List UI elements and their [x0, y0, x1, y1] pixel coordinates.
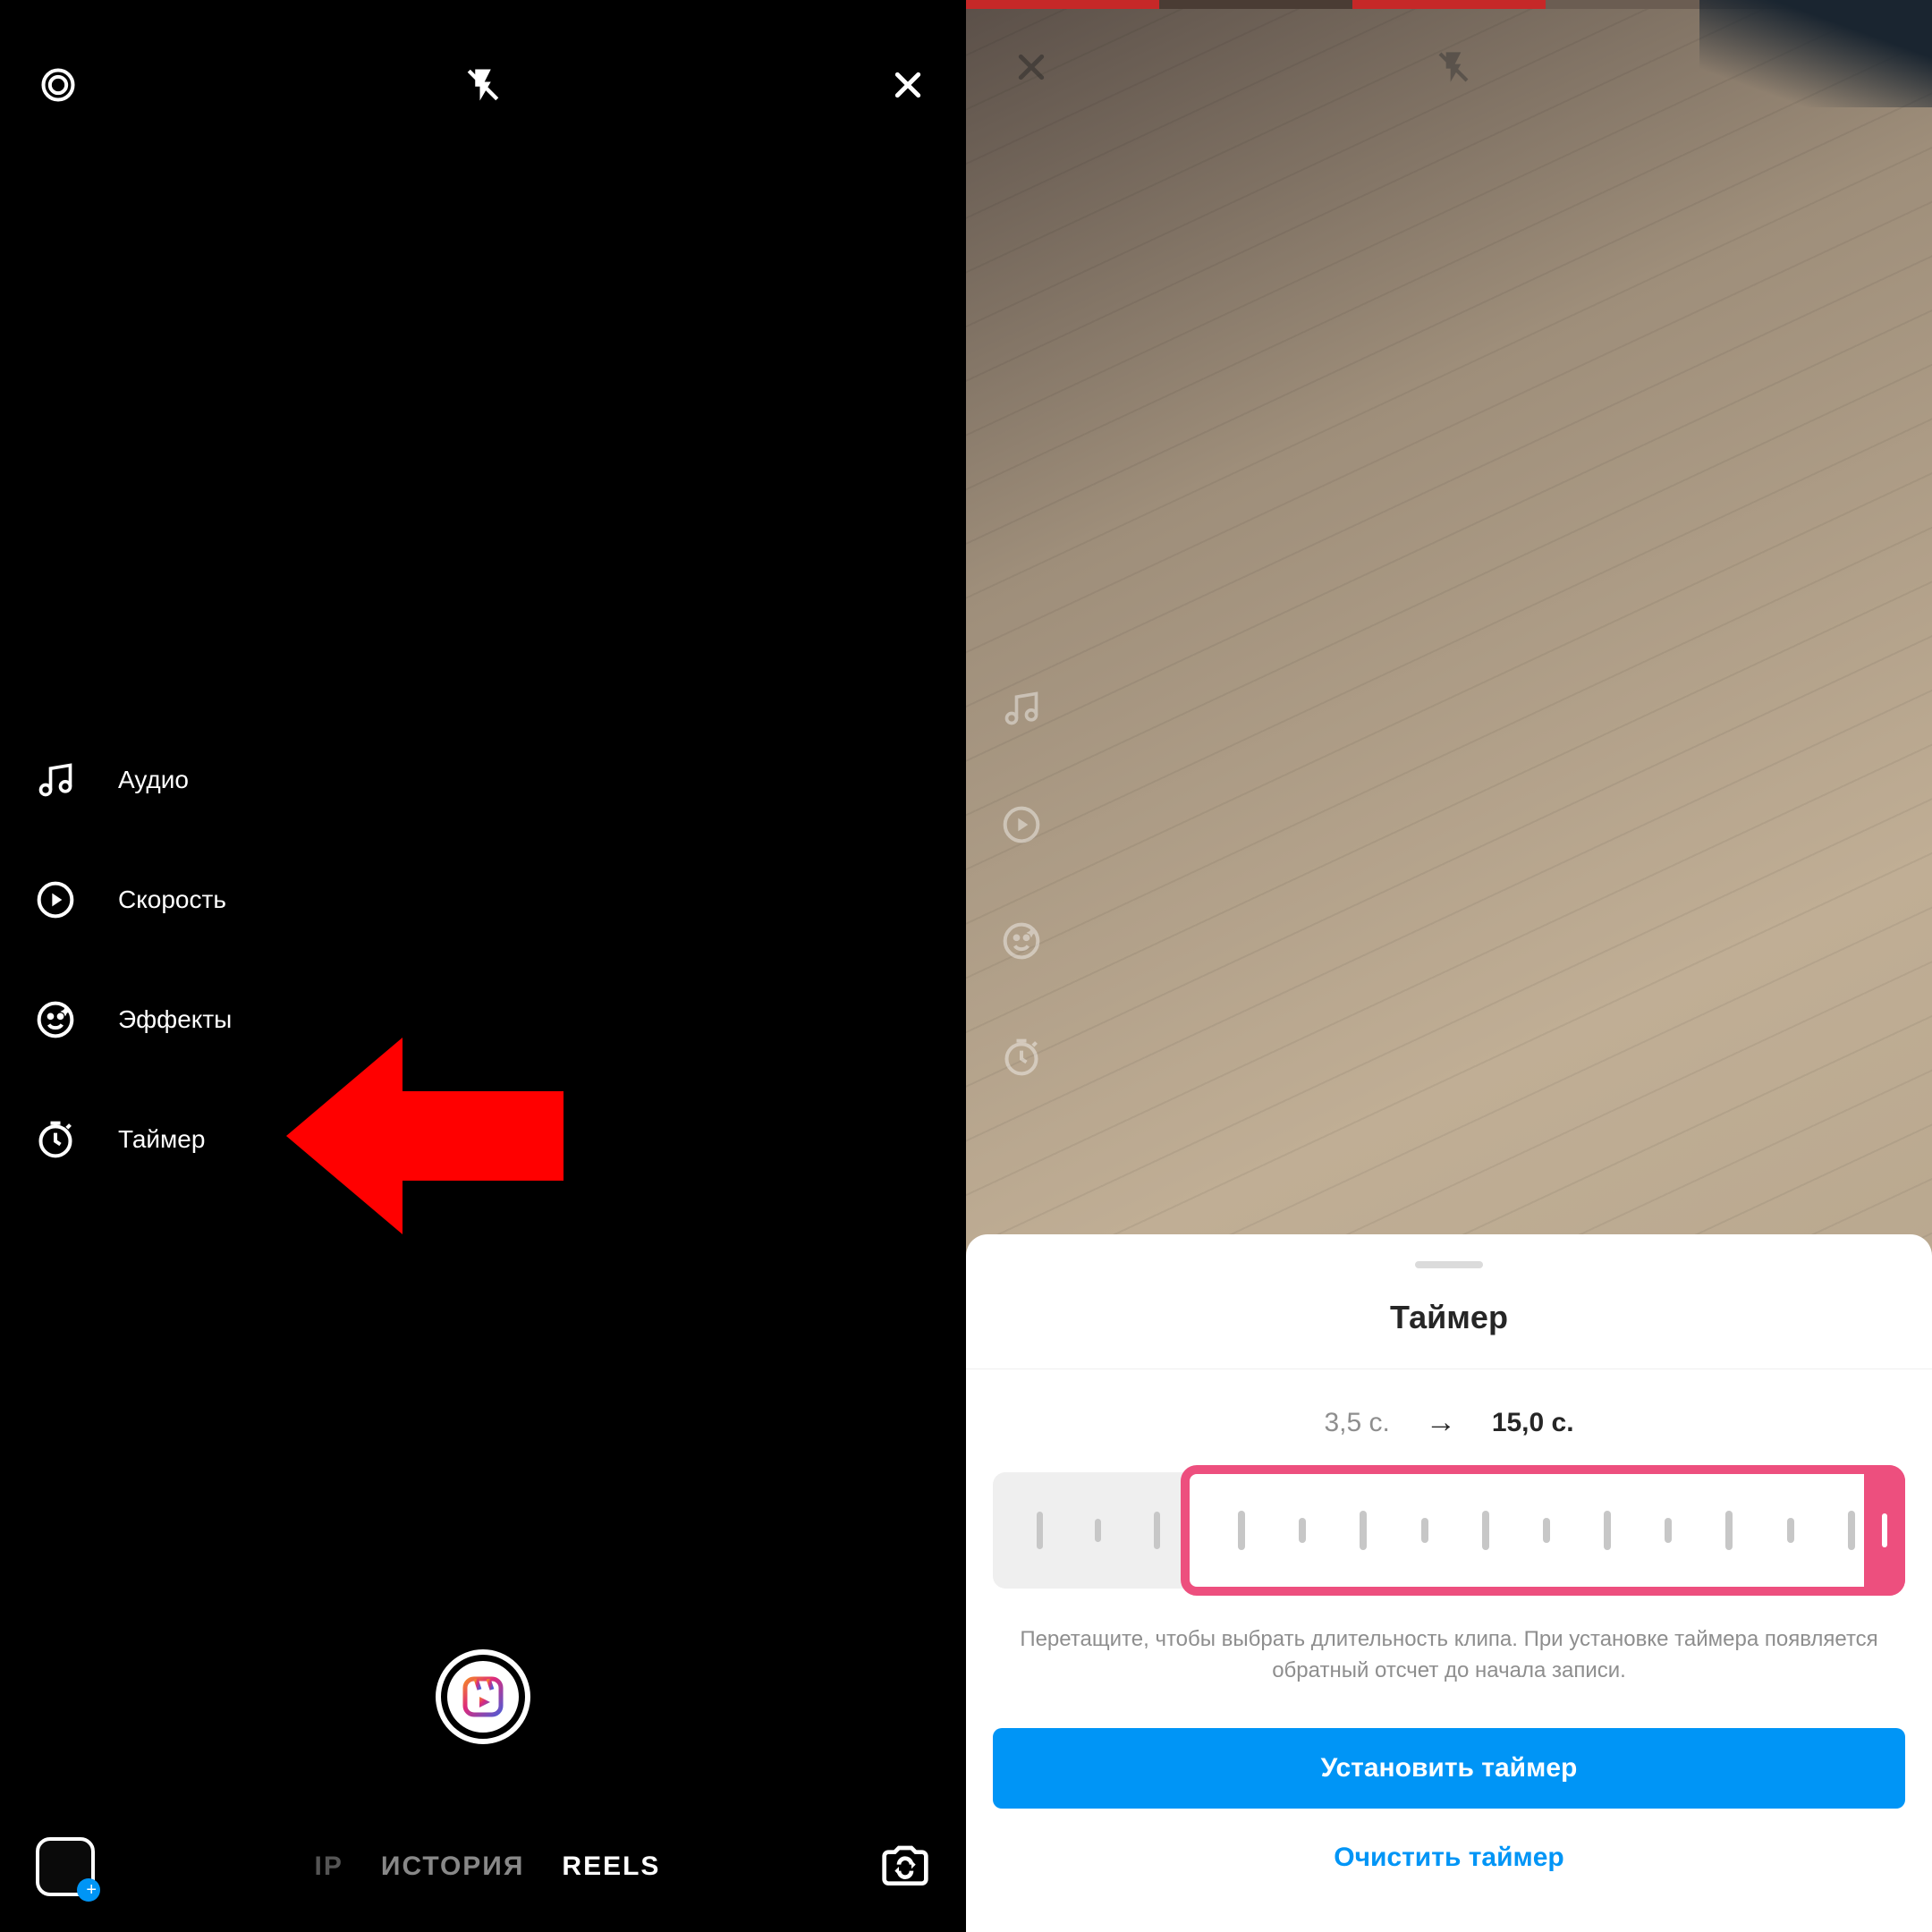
audio-label: Аудио	[118, 766, 189, 794]
flash-off-button[interactable]	[461, 63, 505, 107]
mode-story[interactable]: ИСТОРИЯ	[381, 1852, 525, 1882]
timer-button[interactable]: Таймер	[36, 1120, 232, 1159]
arrow-right-icon: →	[1426, 1405, 1456, 1440]
reels-icon	[462, 1675, 504, 1718]
reels-side-menu: Аудио Скорость Эффекты Таймер	[36, 760, 232, 1159]
shutter-wrap	[436, 1649, 530, 1744]
speed-label: Скорость	[118, 886, 226, 914]
hint-text: Перетащите, чтобы выбрать длительность к…	[993, 1624, 1905, 1728]
record-button[interactable]	[436, 1649, 530, 1744]
camera-switch-icon	[880, 1842, 930, 1892]
settings-button[interactable]	[36, 63, 80, 107]
speed-button[interactable]: Скорость	[36, 880, 232, 919]
mode-reels[interactable]: REELS	[562, 1852, 660, 1882]
flash-off-icon	[1436, 49, 1471, 85]
effects-icon	[36, 1000, 75, 1039]
time-from: 3,5 с.	[1324, 1408, 1389, 1438]
effects-button[interactable]: Эффекты	[36, 1000, 232, 1039]
set-timer-button[interactable]: Установить таймер	[993, 1728, 1905, 1809]
timer-bottom-sheet: Таймер 3,5 с. → 15,0 с. Перетащите, чтоб…	[966, 1234, 1932, 1932]
mode-clip[interactable]: IP	[315, 1852, 343, 1882]
switch-camera-button[interactable]	[880, 1842, 930, 1892]
close-button[interactable]	[1009, 45, 1054, 89]
bottom-bar: + IP ИСТОРИЯ REELS	[0, 1837, 966, 1896]
gallery-button[interactable]: +	[36, 1837, 95, 1896]
slider-handle[interactable]	[1864, 1465, 1905, 1596]
music-icon	[36, 760, 75, 800]
top-bar	[0, 0, 966, 125]
flash-off-icon	[464, 66, 502, 104]
speed-icon[interactable]	[1002, 805, 1041, 844]
settings-icon	[38, 65, 78, 105]
duration-slider[interactable]	[993, 1472, 1905, 1589]
flash-off-button[interactable]	[1431, 45, 1476, 89]
close-icon	[890, 67, 926, 103]
timer-icon[interactable]	[1002, 1038, 1041, 1077]
clear-timer-button[interactable]: Очистить таймер	[993, 1843, 1905, 1873]
sheet-title: Таймер	[993, 1299, 1905, 1368]
annotation-arrow	[286, 1029, 572, 1243]
top-bar-right	[966, 45, 1932, 89]
effects-icon[interactable]	[1002, 921, 1041, 961]
effects-label: Эффекты	[118, 1005, 232, 1034]
timer-label: Таймер	[118, 1125, 205, 1154]
audio-button[interactable]: Аудио	[36, 760, 232, 800]
reels-side-menu-dim	[1002, 689, 1041, 1077]
speed-icon	[36, 880, 75, 919]
slider-selection[interactable]	[1181, 1465, 1905, 1596]
music-icon[interactable]	[1002, 689, 1041, 728]
time-range: 3,5 с. → 15,0 с.	[993, 1369, 1905, 1472]
time-to: 15,0 с.	[1492, 1408, 1574, 1438]
mode-selector: IP ИСТОРИЯ REELS	[95, 1852, 880, 1882]
sheet-grabber[interactable]	[1415, 1261, 1483, 1268]
timer-sheet-screen: Таймер 3,5 с. → 15,0 с. Перетащите, чтоб…	[966, 0, 1932, 1932]
close-icon	[1013, 49, 1049, 85]
reels-camera-screen: Аудио Скорость Эффекты Таймер	[0, 0, 966, 1932]
timer-icon	[36, 1120, 75, 1159]
close-button[interactable]	[886, 63, 930, 107]
